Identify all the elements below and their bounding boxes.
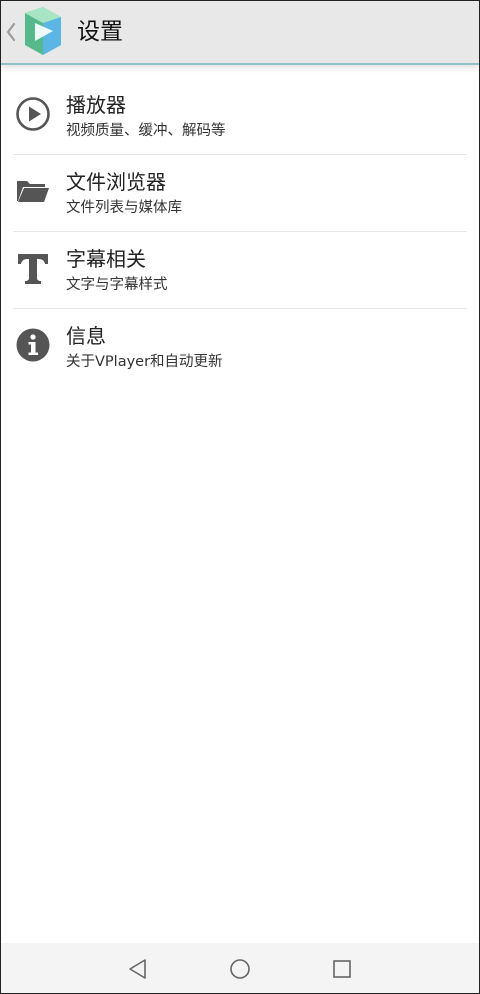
settings-item-title: 字幕相关 bbox=[66, 247, 146, 271]
settings-item-subtitle: 关于VPlayer和自动更新 bbox=[66, 354, 223, 370]
text-t-icon bbox=[18, 254, 48, 284]
settings-item-file-browser[interactable]: 文件浏览器 文件列表与媒体库 bbox=[1, 155, 479, 232]
vplayer-logo-icon[interactable] bbox=[19, 7, 67, 55]
info-icon bbox=[16, 328, 50, 362]
settings-screen: 设置 播放器 视频质量、缓冲、解码等 文件浏览器 文件列表与媒体库 字幕相关 文… bbox=[0, 0, 480, 994]
settings-item-title: 播放器 bbox=[66, 93, 126, 117]
home-circle-icon[interactable] bbox=[229, 958, 251, 980]
system-nav-bar bbox=[1, 943, 479, 993]
settings-item-player[interactable]: 播放器 视频质量、缓冲、解码等 bbox=[1, 78, 479, 155]
back-triangle-icon[interactable] bbox=[127, 958, 149, 980]
settings-item-title: 信息 bbox=[66, 324, 106, 348]
settings-item-subtitle: 视频质量、缓冲、解码等 bbox=[66, 123, 226, 139]
recents-square-icon[interactable] bbox=[331, 958, 353, 980]
play-circle-icon bbox=[16, 97, 50, 131]
folder-icon bbox=[17, 181, 49, 202]
settings-item-subtitles[interactable]: 字幕相关 文字与字幕样式 bbox=[1, 232, 479, 309]
page-title: 设置 bbox=[77, 19, 123, 45]
back-chevron-icon[interactable] bbox=[4, 20, 18, 44]
settings-item-subtitle: 文字与字幕样式 bbox=[66, 277, 168, 293]
settings-list: 播放器 视频质量、缓冲、解码等 文件浏览器 文件列表与媒体库 字幕相关 文字与字… bbox=[1, 78, 479, 386]
settings-item-info[interactable]: 信息 关于VPlayer和自动更新 bbox=[1, 309, 479, 386]
settings-item-title: 文件浏览器 bbox=[66, 170, 166, 194]
app-bar: 设置 bbox=[1, 1, 479, 65]
settings-item-subtitle: 文件列表与媒体库 bbox=[66, 200, 182, 216]
